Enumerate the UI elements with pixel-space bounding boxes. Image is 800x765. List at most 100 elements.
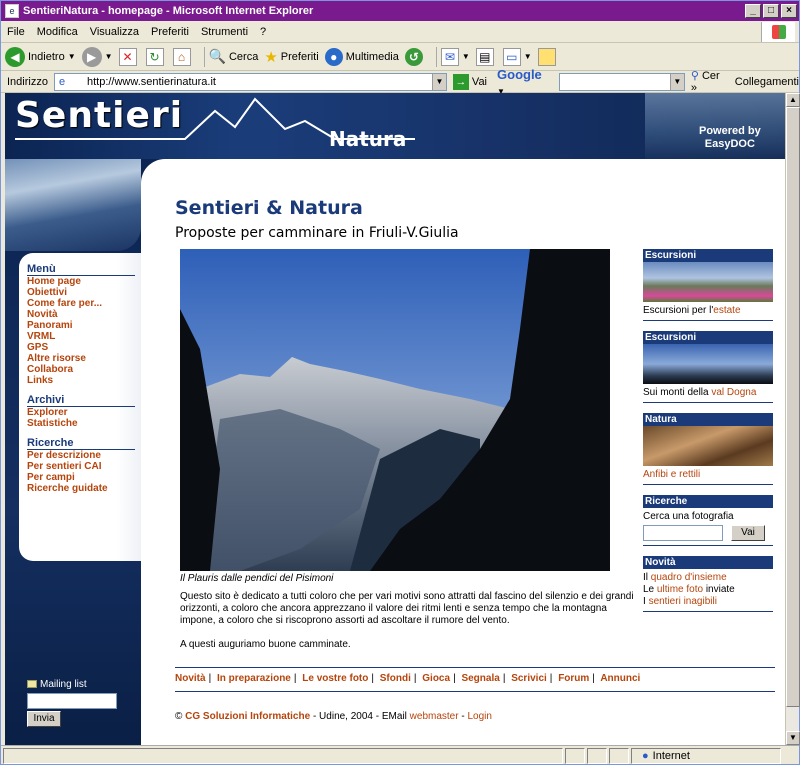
- scroll-down-button[interactable]: ▼: [786, 731, 800, 745]
- sidebar-item-vrml[interactable]: VRML: [27, 331, 141, 342]
- mailing-email-input[interactable]: [27, 693, 117, 709]
- security-zone: ● Internet: [631, 747, 781, 764]
- envelope-icon: [27, 680, 37, 689]
- page-title: Sentieri & Natura: [175, 197, 363, 219]
- link-val-dogna[interactable]: val Dogna: [711, 387, 756, 398]
- minimize-button[interactable]: _: [745, 4, 761, 18]
- maximize-button[interactable]: □: [763, 4, 779, 18]
- news-box: Novità Il quadro d'insieme Le ultime fot…: [643, 556, 773, 612]
- go-button[interactable]: → Vai: [452, 73, 487, 90]
- address-label: Indirizzo: [7, 75, 48, 88]
- mailing-submit-button[interactable]: Invia: [27, 711, 61, 727]
- login-link[interactable]: Login: [467, 711, 491, 722]
- sidebar-item-obiettivi[interactable]: Obiettivi: [27, 287, 141, 298]
- sidebar-item-novita[interactable]: Novità: [27, 309, 141, 320]
- promo-image-snake[interactable]: [643, 426, 773, 466]
- google-toolbar-logo[interactable]: Google ▼: [497, 67, 553, 97]
- main-content: Sentieri & Natura Proposte per camminare…: [175, 197, 637, 241]
- footer-link-scrivici[interactable]: Scrivici: [511, 673, 547, 684]
- sidebar-item-statistiche[interactable]: Statistiche: [27, 418, 141, 429]
- sidebar-item-home[interactable]: Home page: [27, 276, 141, 287]
- scroll-up-button[interactable]: ▲: [786, 93, 800, 107]
- sidebar-item-explorer[interactable]: Explorer: [27, 407, 141, 418]
- company-link[interactable]: CG Soluzioni Informatiche: [185, 711, 310, 722]
- powered-by-badge[interactable]: Powered by EasyDOC: [699, 125, 761, 151]
- mail-icon: ✉: [440, 47, 459, 66]
- vertical-scrollbar[interactable]: ▲ ▼: [785, 93, 800, 745]
- link-sentieri-inagibili[interactable]: sentieri inagibili: [649, 596, 717, 607]
- content-corner: [141, 159, 165, 183]
- stop-button[interactable]: ✕: [118, 47, 140, 66]
- menu-strumenti[interactable]: Strumenti: [201, 26, 248, 38]
- sidebar-item-per-campi[interactable]: Per campi: [27, 472, 141, 483]
- promo-image-flowers[interactable]: [643, 262, 773, 302]
- forward-button[interactable]: ▶ ▼: [81, 46, 113, 67]
- links-button[interactable]: Collegamenti: [735, 76, 799, 88]
- menu-visualizza[interactable]: Visualizza: [90, 26, 139, 38]
- sidebar-item-gps[interactable]: GPS: [27, 342, 141, 353]
- refresh-icon: ↻: [145, 47, 164, 66]
- edit-button[interactable]: ▭ ▼: [502, 47, 532, 66]
- favorites-button[interactable]: ★ Preferiti: [264, 48, 318, 66]
- sidebar-menu-panel: Menù Home page Obiettivi Come fare per..…: [19, 253, 141, 561]
- close-button[interactable]: ×: [781, 4, 797, 18]
- header-title: Sentieri: [15, 95, 184, 136]
- promo-heading: Escursioni: [643, 249, 773, 262]
- media-button[interactable]: ● Multimedia: [324, 47, 399, 66]
- google-dropdown-button[interactable]: ▼: [669, 73, 684, 90]
- mail-button[interactable]: ✉ ▼: [440, 47, 470, 66]
- sidebar-item-panorami[interactable]: Panorami: [27, 320, 141, 331]
- google-search-button[interactable]: ⚲ Cer »: [691, 69, 729, 94]
- divider: [643, 320, 773, 321]
- sidebar-item-links[interactable]: Links: [27, 375, 141, 386]
- sidebar-item-collabora[interactable]: Collabora: [27, 364, 141, 375]
- news-item: Il quadro d'insieme: [643, 572, 727, 583]
- messenger-button[interactable]: [537, 47, 559, 66]
- footer-link-gioca[interactable]: Gioca: [422, 673, 450, 684]
- search-heading: Ricerche: [27, 437, 135, 450]
- status-segment: [565, 747, 585, 764]
- footer-link-segnala[interactable]: Segnala: [461, 673, 499, 684]
- menu-preferiti[interactable]: Preferiti: [151, 26, 189, 38]
- footer-link-in-preparazione[interactable]: In preparazione: [217, 673, 291, 684]
- home-button[interactable]: ⌂: [172, 47, 194, 66]
- footer-link-vostre-foto[interactable]: Le vostre foto: [302, 673, 368, 684]
- link-ultime-foto[interactable]: ultime foto: [657, 584, 703, 595]
- footer-link-forum[interactable]: Forum: [558, 673, 589, 684]
- menu-modifica[interactable]: Modifica: [37, 26, 78, 38]
- menu-file[interactable]: File: [7, 26, 25, 38]
- address-input[interactable]: e http://www.sentierinatura.it ▼: [53, 72, 447, 91]
- sidebar-item-per-sentieri-cai[interactable]: Per sentieri CAI: [27, 461, 141, 472]
- ie-page-icon: e: [5, 4, 19, 18]
- footer-link-annunci[interactable]: Annunci: [600, 673, 640, 684]
- promo-image-hiker[interactable]: [643, 344, 773, 384]
- title-bar: e SentieriNatura - homepage - Microsoft …: [1, 1, 799, 21]
- webmaster-link[interactable]: webmaster: [410, 711, 459, 722]
- ie-page-icon: e: [58, 75, 66, 88]
- sidebar-item-per-descrizione[interactable]: Per descrizione: [27, 450, 141, 461]
- print-button[interactable]: ▤: [475, 47, 497, 66]
- photo-search-input[interactable]: [643, 525, 723, 541]
- search-button[interactable]: 🔍 Cerca: [209, 48, 259, 65]
- link-estate[interactable]: estate: [713, 305, 740, 316]
- forward-arrow-icon: ▶: [81, 46, 102, 67]
- refresh-button[interactable]: ↻: [145, 47, 167, 66]
- link-quadro-insieme[interactable]: quadro d'insieme: [651, 572, 727, 583]
- footer-link-novita[interactable]: Novità: [175, 673, 206, 684]
- link-anfibi-rettili[interactable]: Anfibi e rettili: [643, 469, 700, 480]
- photo-search-button[interactable]: Vai: [731, 525, 765, 541]
- google-search-input[interactable]: ▼: [559, 72, 685, 91]
- menu-help[interactable]: ?: [260, 26, 266, 38]
- sidebar-item-altre-risorse[interactable]: Altre risorse: [27, 353, 141, 364]
- go-arrow-icon: →: [452, 73, 469, 90]
- footer-link-sfondi[interactable]: Sfondi: [380, 673, 411, 684]
- chevron-down-icon: ▼: [523, 52, 532, 61]
- back-button[interactable]: ◀ Indietro ▼: [5, 46, 76, 67]
- news-item: Le ultime foto inviate: [643, 584, 735, 595]
- address-dropdown-button[interactable]: ▼: [431, 73, 446, 90]
- sidebar-item-come-fare[interactable]: Come fare per...: [27, 298, 141, 309]
- scroll-thumb[interactable]: [786, 107, 800, 707]
- right-column: Escursioni Escursioni per l'estate Escur…: [643, 249, 773, 622]
- sidebar-item-ricerche-guidate[interactable]: Ricerche guidate: [27, 483, 141, 494]
- history-button[interactable]: ↺: [404, 47, 426, 66]
